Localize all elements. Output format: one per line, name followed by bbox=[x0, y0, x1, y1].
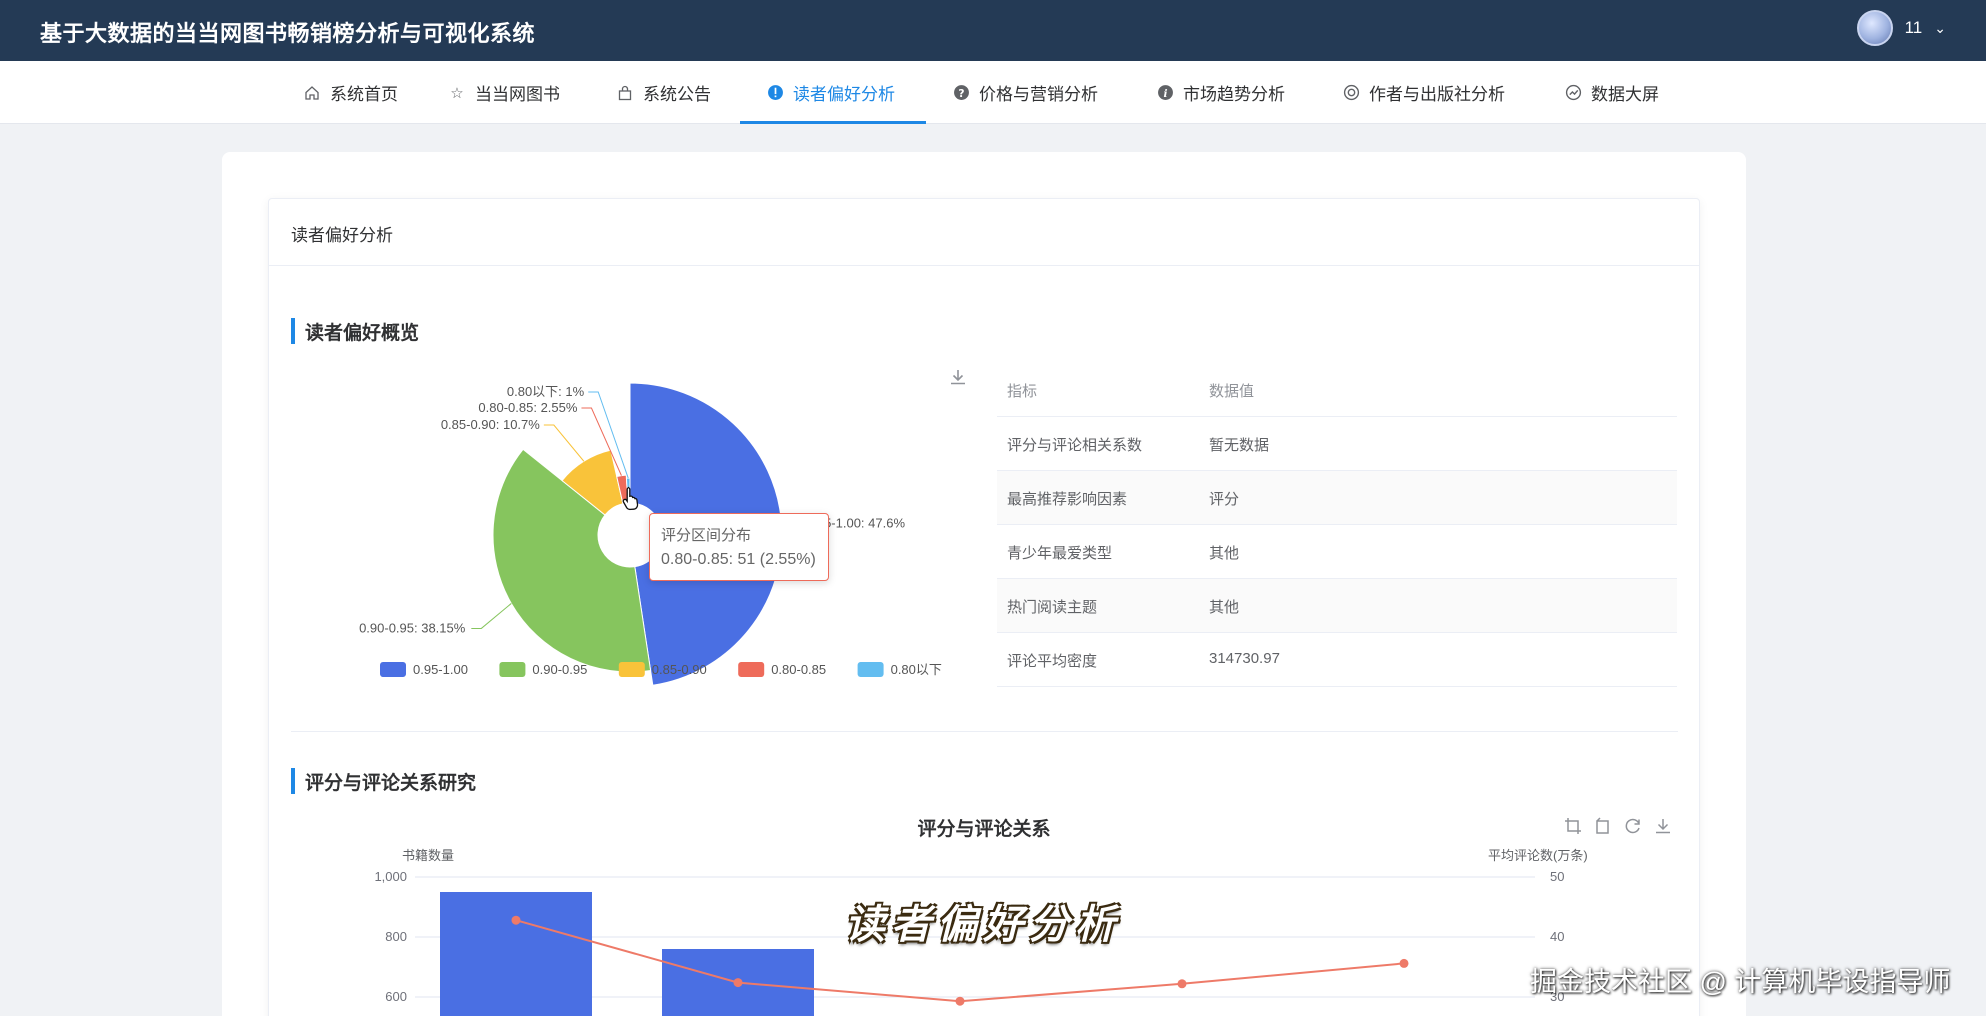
user-menu[interactable]: 11 ⌄ bbox=[1856, 10, 1946, 46]
row-label: 评分与评论相关系数 bbox=[1007, 437, 1143, 454]
line-point[interactable] bbox=[511, 915, 521, 925]
row-label: 热门阅读主题 bbox=[1007, 599, 1098, 616]
pie-slice-label: 0.85-0.90: 10.7% bbox=[441, 417, 540, 432]
rating-distribution-pie-chart[interactable]: 0.95-1.00: 47.6%0.90-0.95: 38.15%0.85-0.… bbox=[290, 360, 970, 700]
nav-label: 数据大屏 bbox=[1591, 85, 1659, 104]
y-tick-label: 800 bbox=[385, 929, 407, 944]
pie-tooltip: 评分区间分布 0.80-0.85: 51 (2.55%) bbox=[649, 513, 829, 581]
tooltip-value: 0.80-0.85: 51 (2.55%) bbox=[661, 551, 816, 568]
nav-item-home[interactable]: 系统首页 bbox=[302, 61, 398, 124]
table-row: 评分与评论相关系数 暂无数据 bbox=[997, 417, 1677, 471]
download-icon[interactable] bbox=[948, 367, 968, 393]
info-icon: i bbox=[1155, 83, 1175, 103]
nav-item-price-marketing[interactable]: ? 价格与营销分析 bbox=[951, 61, 1098, 124]
table-row: 评论平均密度 314730.97 bbox=[997, 633, 1677, 687]
info-circle-icon bbox=[765, 83, 785, 103]
app-title: 基于大数据的当当网图书畅销榜分析与可视化系统 bbox=[40, 21, 536, 46]
avatar[interactable] bbox=[1856, 10, 1893, 46]
tooltip-title: 评分区间分布 bbox=[661, 527, 752, 544]
row-value: 暂无数据 bbox=[1209, 437, 1270, 454]
row-value: 其他 bbox=[1209, 545, 1240, 562]
table-row: 青少年最爱类型 其他 bbox=[997, 525, 1677, 579]
legend-label[interactable]: 0.85-0.90 bbox=[652, 662, 707, 677]
nav-label: 价格与营销分析 bbox=[979, 85, 1098, 104]
stats-table: 指标 数据值 评分与评论相关系数 暂无数据 最高推荐影响因素 评分 青少年最爱类… bbox=[997, 363, 1677, 687]
line-point[interactable] bbox=[1177, 979, 1187, 989]
pie-label-line bbox=[543, 424, 585, 462]
pie-label-line bbox=[471, 603, 512, 629]
line-point[interactable] bbox=[733, 978, 743, 988]
bar[interactable] bbox=[440, 892, 592, 1016]
question-circle-icon: ? bbox=[951, 83, 971, 103]
legend-swatch[interactable] bbox=[380, 662, 406, 677]
row-label: 最高推荐影响因素 bbox=[1007, 491, 1128, 508]
user-name[interactable]: 11 bbox=[1905, 18, 1923, 38]
section-title-overview: 读者偏好概览 bbox=[291, 318, 419, 345]
pie-slice-label: 0.80-0.85: 2.55% bbox=[478, 400, 577, 415]
row-label: 评论平均密度 bbox=[1007, 653, 1098, 670]
nav-label: 系统公告 bbox=[643, 85, 711, 104]
legend-label[interactable]: 0.95-1.00 bbox=[413, 662, 468, 677]
line-point[interactable] bbox=[1399, 958, 1409, 968]
svg-text:?: ? bbox=[958, 87, 964, 100]
nav-label: 读者偏好分析 bbox=[793, 85, 895, 104]
nav-item-author-publisher[interactable]: 作者与出版社分析 bbox=[1341, 61, 1505, 124]
copyright-icon bbox=[1341, 83, 1361, 103]
legend-label[interactable]: 0.90-0.95 bbox=[532, 662, 587, 677]
legend-label[interactable]: 0.80以下 bbox=[891, 662, 942, 677]
nav-item-announcements[interactable]: 系统公告 bbox=[615, 61, 711, 124]
svg-text:i: i bbox=[1163, 87, 1167, 100]
nav-label: 当当网图书 bbox=[475, 85, 560, 104]
row-value: 314730.97 bbox=[1209, 650, 1280, 667]
nav-label: 作者与出版社分析 bbox=[1369, 85, 1505, 104]
pie-slice-label: 0.80以下: 1% bbox=[507, 384, 585, 399]
y-tick-label: 1,000 bbox=[374, 869, 407, 884]
row-label: 青少年最爱类型 bbox=[1007, 545, 1113, 562]
nav-item-reader-preference[interactable]: 读者偏好分析 bbox=[765, 61, 895, 124]
column-header: 指标 bbox=[1007, 383, 1038, 400]
dashboard-icon bbox=[1563, 83, 1583, 103]
panel-title: 读者偏好分析 bbox=[291, 226, 393, 245]
chevron-down-icon[interactable]: ⌄ bbox=[1934, 20, 1946, 37]
section-divider bbox=[291, 731, 1678, 732]
video-subtitle: 读者偏好分析 bbox=[845, 903, 1121, 947]
table-header-row: 指标 数据值 bbox=[997, 363, 1677, 417]
nav-item-market-trend[interactable]: i 市场趋势分析 bbox=[1155, 61, 1285, 124]
bag-icon bbox=[615, 83, 635, 103]
line-point[interactable] bbox=[955, 996, 965, 1006]
legend-label[interactable]: 0.80-0.85 bbox=[771, 662, 826, 677]
main-nav: 系统首页 ☆ 当当网图书 系统公告 读者偏好分析 ? 价格与营销分析 i 市场趋… bbox=[0, 61, 1986, 124]
pie-slice-label: 0.90-0.95: 38.15% bbox=[359, 620, 466, 635]
legend-swatch[interactable] bbox=[618, 662, 645, 677]
home-icon bbox=[302, 83, 322, 103]
active-tab-indicator bbox=[740, 121, 926, 124]
row-value: 其他 bbox=[1209, 599, 1240, 616]
row-value: 评分 bbox=[1209, 491, 1240, 508]
legend-swatch[interactable] bbox=[738, 662, 765, 677]
legend-swatch[interactable] bbox=[499, 662, 526, 677]
panel-header: 读者偏好分析 bbox=[269, 199, 1699, 266]
section-title-relation: 评分与评论关系研究 bbox=[291, 768, 476, 795]
star-icon: ☆ bbox=[450, 84, 464, 102]
table-row: 最高推荐影响因素 评分 bbox=[997, 471, 1677, 525]
y-tick-label: 600 bbox=[385, 989, 407, 1004]
legend-swatch[interactable] bbox=[857, 662, 884, 677]
y-right-tick-label: 50 bbox=[1550, 869, 1564, 884]
nav-item-books[interactable]: ☆ 当当网图书 bbox=[447, 61, 560, 124]
column-header: 数据值 bbox=[1209, 383, 1255, 400]
nav-label: 系统首页 bbox=[330, 85, 398, 104]
nav-item-dashboard[interactable]: 数据大屏 bbox=[1563, 61, 1659, 124]
top-bar: 基于大数据的当当网图书畅销榜分析与可视化系统 11 ⌄ bbox=[0, 0, 1986, 61]
nav-label: 市场趋势分析 bbox=[1183, 85, 1285, 104]
watermark-text: 掘金技术社区 @ 计算机毕设指导师 bbox=[1530, 967, 1951, 997]
hand-cursor-icon bbox=[621, 485, 643, 518]
y-right-tick-label: 40 bbox=[1550, 929, 1564, 944]
table-row: 热门阅读主题 其他 bbox=[997, 579, 1677, 633]
